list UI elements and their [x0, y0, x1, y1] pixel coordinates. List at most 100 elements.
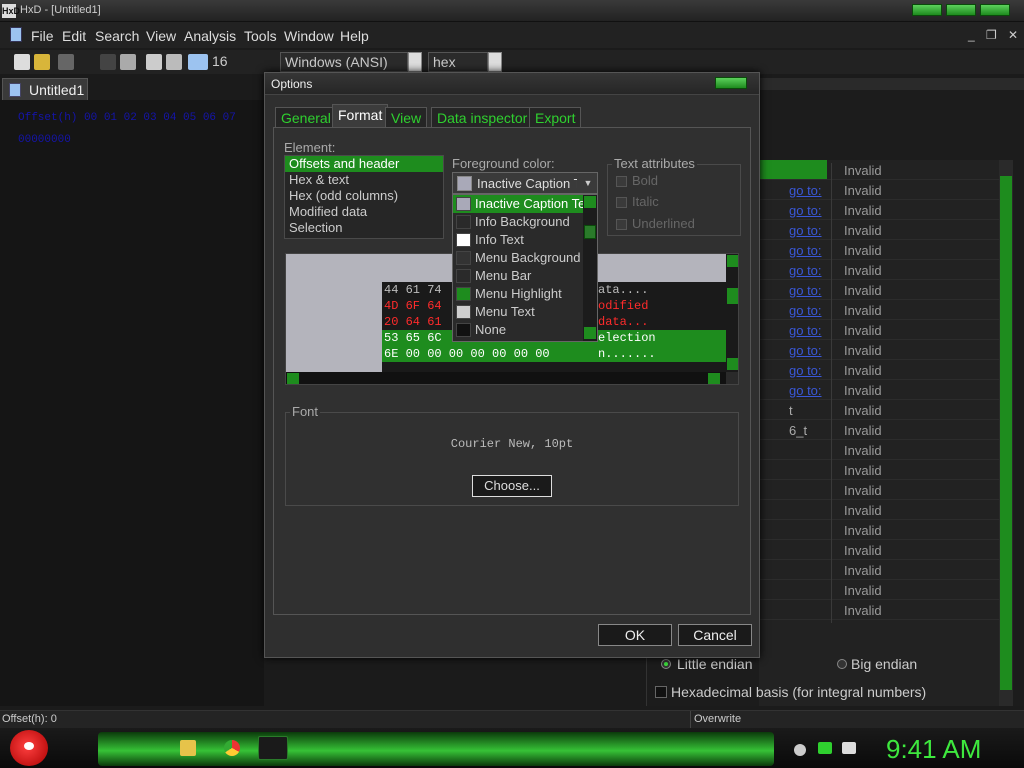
- mdi-minimize-button[interactable]: _: [968, 28, 975, 42]
- inspector-row[interactable]: go to: Invalid: [759, 260, 999, 283]
- inspector-row[interactable]: Invalid: [759, 500, 999, 523]
- color-dropdown-list[interactable]: None Menu Text Menu Highlight Menu Bar Menu …: [452, 194, 598, 342]
- inspector-row[interactable]: t Invalid: [759, 400, 999, 423]
- big-endian-radio[interactable]: [837, 659, 847, 669]
- go-to-link[interactable]: go to:: [789, 383, 822, 398]
- chevron-down-icon[interactable]: ▼: [581, 175, 595, 191]
- dropdown-scrollbar[interactable]: [583, 195, 597, 341]
- cancel-button[interactable]: Cancel: [678, 624, 752, 646]
- inspector-row[interactable]: go to: Invalid: [759, 280, 999, 303]
- inspector-row[interactable]: go to: Invalid: [759, 340, 999, 363]
- go-to-link[interactable]: go to:: [789, 263, 822, 278]
- inspector-row[interactable]: Invalid: [759, 540, 999, 563]
- scroll-right-button[interactable]: [708, 373, 720, 384]
- paste-icon[interactable]: [166, 54, 182, 70]
- little-endian-radio[interactable]: [661, 659, 671, 669]
- preview-hscrollbar[interactable]: [286, 372, 726, 384]
- disk-icon[interactable]: [120, 54, 136, 70]
- element-list-item[interactable]: Selection: [285, 220, 443, 236]
- go-to-link[interactable]: go to:: [789, 203, 822, 218]
- go-to-link[interactable]: go to:: [789, 343, 822, 358]
- bytes-per-row-field[interactable]: 16: [208, 52, 278, 72]
- inspector-list[interactable]: Invalid go to: Invalid go to: Invalid go to: I…: [759, 160, 999, 706]
- menu-help[interactable]: Help: [340, 28, 369, 44]
- charset-select[interactable]: Windows (ANSI): [280, 52, 408, 72]
- menu-file[interactable]: File: [31, 28, 54, 44]
- inspector-row[interactable]: go to: Invalid: [759, 200, 999, 223]
- inspector-row[interactable]: Invalid: [759, 560, 999, 583]
- minimize-button[interactable]: [912, 4, 942, 16]
- element-list-item[interactable]: Offsets and header: [285, 156, 443, 172]
- go-to-link[interactable]: go to:: [789, 223, 822, 238]
- foreground-color-combo[interactable]: Inactive Caption Text ▼: [452, 172, 598, 194]
- go-to-link[interactable]: go to:: [789, 323, 822, 338]
- tab-format[interactable]: Format: [332, 104, 389, 128]
- inspector-row[interactable]: go to: Invalid: [759, 240, 999, 263]
- element-list[interactable]: Offsets and header Hex & text Hex (odd col…: [284, 155, 444, 239]
- new-file-icon[interactable]: [14, 54, 30, 70]
- element-list-item[interactable]: Modified data: [285, 204, 443, 220]
- mdi-close-button[interactable]: ✕: [1008, 28, 1018, 42]
- bold-checkbox[interactable]: [616, 176, 627, 187]
- underlined-checkbox[interactable]: [616, 219, 627, 230]
- preview-vscrollbar[interactable]: [726, 254, 738, 372]
- color-option[interactable]: Info Text: [453, 231, 583, 249]
- element-list-item[interactable]: Hex (odd columns): [285, 188, 443, 204]
- choose-font-button[interactable]: Choose...: [472, 475, 552, 497]
- color-option[interactable]: Menu Highlight: [453, 285, 583, 303]
- inspector-row[interactable]: go to: Invalid: [759, 300, 999, 323]
- ok-button[interactable]: OK: [598, 624, 672, 646]
- mdi-restore-button[interactable]: ❐: [986, 28, 997, 42]
- element-list-item[interactable]: Hex & text: [285, 172, 443, 188]
- color-option[interactable]: Info Background: [453, 213, 583, 231]
- go-to-link[interactable]: go to:: [789, 183, 822, 198]
- scroll-up-button[interactable]: [584, 196, 596, 208]
- go-to-link[interactable]: go to:: [789, 283, 822, 298]
- color-option[interactable]: Menu Bar: [453, 267, 583, 285]
- inspector-scrollbar[interactable]: [999, 160, 1013, 706]
- color-option[interactable]: Menu Text: [453, 303, 583, 321]
- display-mode-dropdown-button[interactable]: [488, 52, 502, 72]
- hex-basis-checkbox[interactable]: [655, 686, 667, 698]
- close-button[interactable]: [980, 4, 1010, 16]
- browser-icon[interactable]: [224, 740, 240, 756]
- inspector-row[interactable]: go to: Invalid: [759, 360, 999, 383]
- inspector-row[interactable]: go to: Invalid: [759, 220, 999, 243]
- scrollbar-thumb[interactable]: [584, 225, 596, 239]
- save-icon[interactable]: [58, 54, 74, 70]
- go-to-link[interactable]: go to:: [789, 363, 822, 378]
- document-tab[interactable]: Untitled1: [2, 78, 88, 100]
- taskbar-clock[interactable]: 9:41 AM: [886, 734, 981, 765]
- folder-icon[interactable]: [180, 740, 196, 756]
- italic-checkbox[interactable]: [616, 197, 627, 208]
- inspector-row[interactable]: Invalid: [759, 580, 999, 603]
- menu-search[interactable]: Search: [95, 28, 139, 44]
- scroll-up-button[interactable]: [727, 255, 738, 267]
- scrollbar-thumb[interactable]: [727, 288, 738, 304]
- maximize-button[interactable]: [946, 4, 976, 16]
- copy-icon[interactable]: [146, 54, 162, 70]
- charset-dropdown-button[interactable]: [408, 52, 422, 72]
- go-to-link[interactable]: go to:: [789, 243, 822, 258]
- action-center-icon[interactable]: [818, 742, 832, 754]
- inspector-row[interactable]: go to: Invalid: [759, 380, 999, 403]
- hxd-taskbar-button[interactable]: [258, 736, 288, 760]
- menu-analysis[interactable]: Analysis: [184, 28, 236, 44]
- scroll-down-button[interactable]: [727, 358, 738, 370]
- menu-edit[interactable]: Edit: [62, 28, 86, 44]
- scroll-left-button[interactable]: [287, 373, 299, 384]
- network-icon[interactable]: [794, 744, 806, 756]
- inspector-row[interactable]: Invalid: [759, 440, 999, 463]
- inspector-row[interactable]: Invalid: [759, 460, 999, 483]
- tab-data-inspector[interactable]: Data inspector: [431, 107, 534, 127]
- open-file-icon[interactable]: [34, 54, 50, 70]
- menu-tools[interactable]: Tools: [244, 28, 277, 44]
- color-option[interactable]: Inactive Caption Text: [453, 195, 595, 213]
- scrollbar-thumb[interactable]: [1000, 176, 1012, 690]
- ram-icon[interactable]: [100, 54, 116, 70]
- tab-view[interactable]: View: [385, 107, 428, 127]
- inspector-row[interactable]: Invalid: [759, 520, 999, 543]
- tab-general[interactable]: General: [275, 107, 337, 127]
- menu-window[interactable]: Window: [284, 28, 334, 44]
- scroll-down-button[interactable]: [584, 327, 596, 339]
